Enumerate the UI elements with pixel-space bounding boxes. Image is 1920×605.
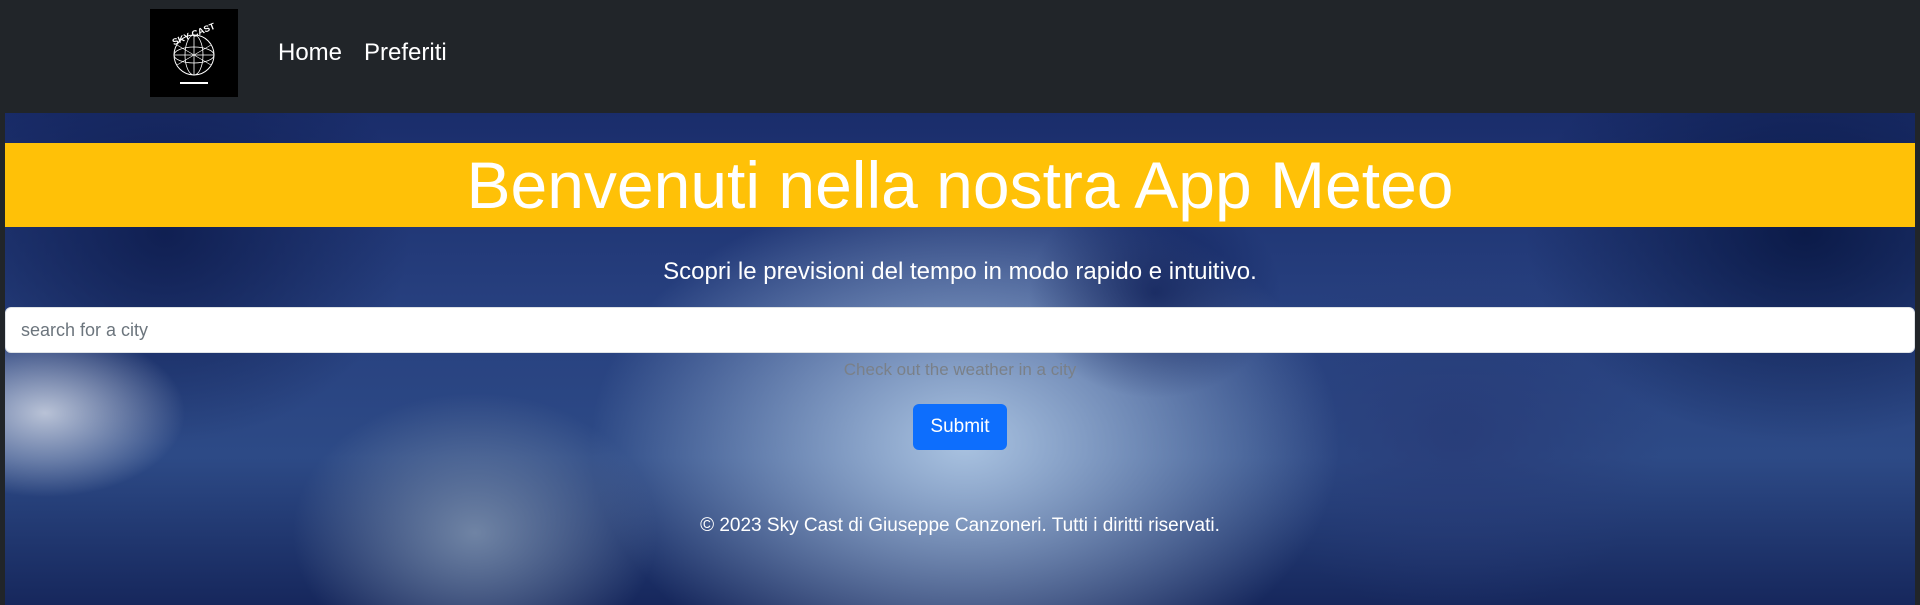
city-search-input[interactable] [5, 307, 1915, 353]
page-subtitle: Scopri le previsioni del tempo in modo r… [663, 258, 1257, 285]
navbar: SKY CAST Home Preferiti [5, 0, 1915, 113]
nav-link-preferiti[interactable]: Preferiti [364, 38, 447, 68]
nav-link-home[interactable]: Home [278, 38, 342, 68]
page-title: Benvenuti nella nostra App Meteo [466, 148, 1454, 222]
search-helper-text: Check out the weather in a city [843, 360, 1077, 379]
app-frame: SKY CAST Home Preferiti Benvenuti nella … [5, 0, 1915, 605]
hero-section: Benvenuti nella nostra App Meteo Scopri … [5, 113, 1915, 605]
globe-logo-icon: SKY CAST [150, 9, 238, 97]
footer-copyright: © 2023 Sky Cast di Giuseppe Canzoneri. T… [700, 515, 1220, 536]
sky-cast-logo[interactable]: SKY CAST [150, 9, 238, 97]
submit-button[interactable]: Submit [913, 404, 1007, 450]
welcome-banner: Benvenuti nella nostra App Meteo [5, 143, 1915, 227]
